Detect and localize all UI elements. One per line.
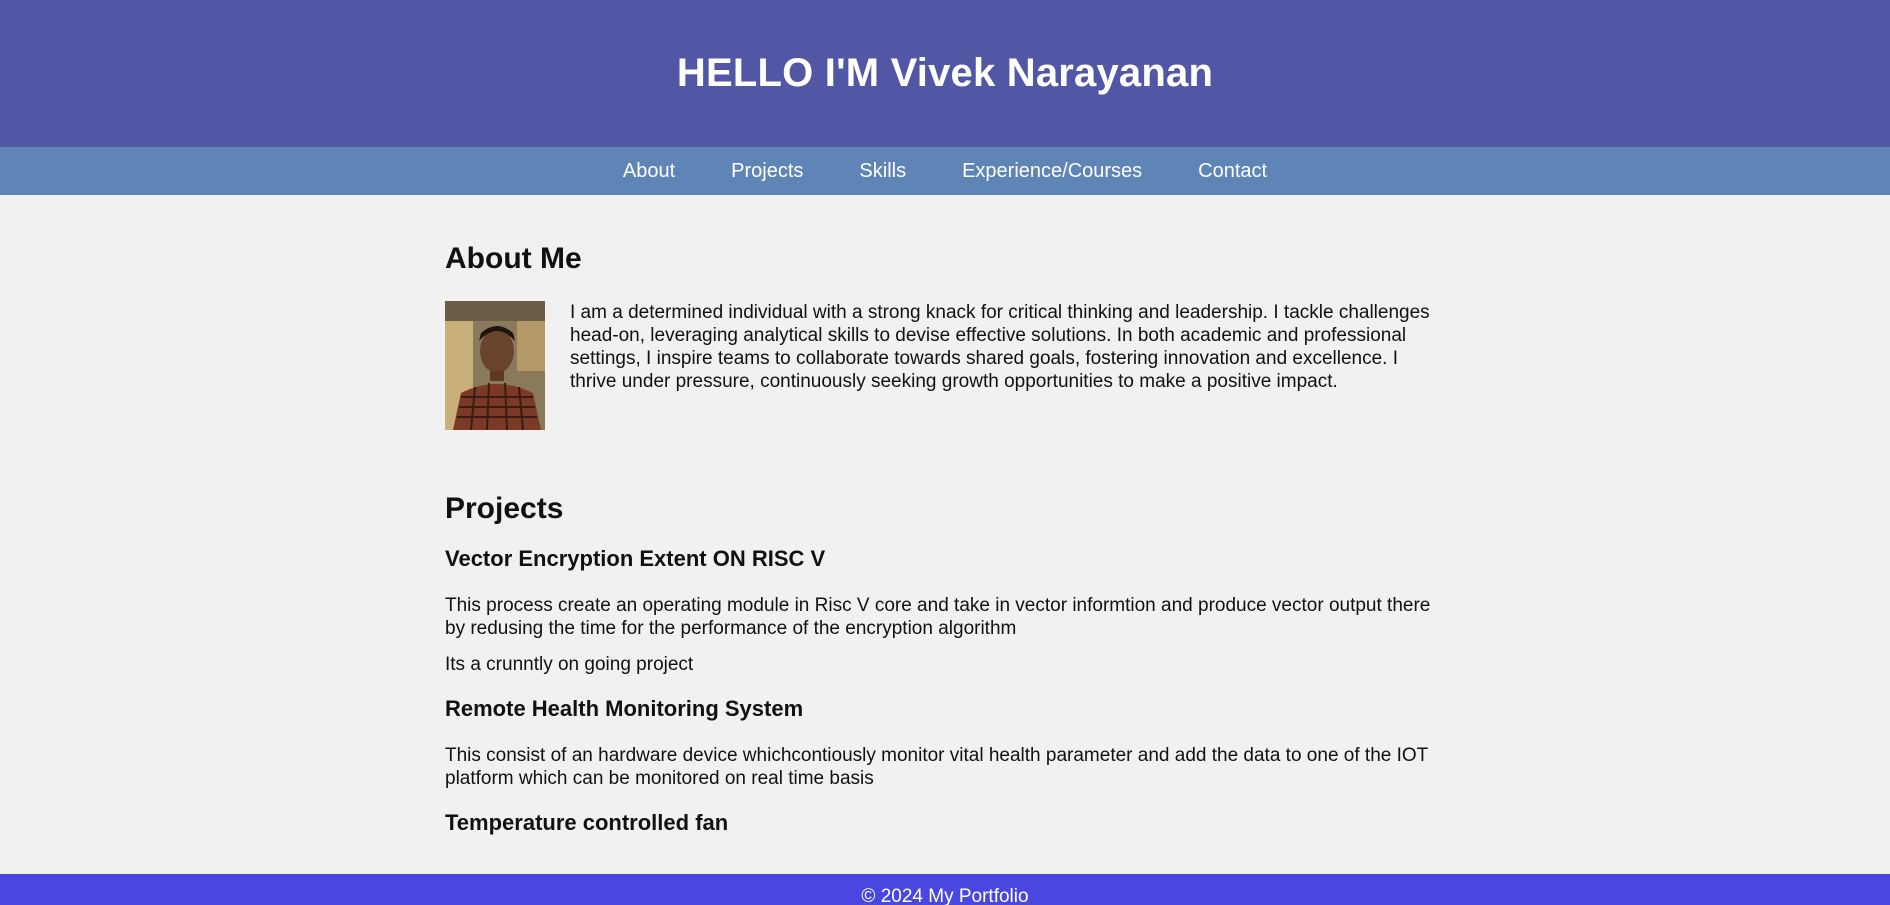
- project-note: Its a crunntly on going project: [445, 654, 694, 675]
- project-title: Vector Encryption Extent ON RISC V: [445, 546, 826, 571]
- nav-link-projects[interactable]: Projects: [731, 160, 803, 183]
- project-item: Temperature controlled fan: [445, 810, 1445, 836]
- about-heading: About Me: [445, 242, 582, 275]
- project-description: This consist of an hardware device which…: [445, 745, 1428, 789]
- site-header: HELLO I'M Vivek Narayanan: [0, 0, 1890, 147]
- projects-heading: Projects: [445, 492, 564, 525]
- nav-link-skills[interactable]: Skills: [859, 160, 906, 183]
- about-section: About Me I am a determined individual wi…: [445, 242, 1445, 430]
- project-item: Remote Health Monitoring System This con…: [445, 696, 1445, 790]
- projects-section: Projects Vector Encryption Extent ON RIS…: [445, 492, 1445, 836]
- project-title: Temperature controlled fan: [445, 810, 729, 835]
- project-title: Remote Health Monitoring System: [445, 696, 804, 721]
- nav-link-contact[interactable]: Contact: [1198, 160, 1267, 183]
- project-item: Vector Encryption Extent ON RISC V This …: [445, 546, 1445, 676]
- nav-link-about[interactable]: About: [623, 160, 675, 183]
- page-title: HELLO I'M Vivek Narayanan: [676, 51, 1214, 95]
- about-body: I am a determined individual with a stro…: [445, 301, 1445, 430]
- about-text: I am a determined individual with a stro…: [570, 302, 1430, 392]
- project-description: This process create an operating module …: [445, 595, 1431, 639]
- profile-photo: [445, 301, 545, 430]
- site-footer: © 2024 My Portfolio: [0, 874, 1890, 905]
- main-nav: About Projects Skills Experience/Courses…: [0, 147, 1890, 195]
- nav-link-experience-courses[interactable]: Experience/Courses: [962, 160, 1142, 183]
- main-content: About Me I am a determined individual wi…: [445, 195, 1445, 836]
- footer-copyright: © 2024 My Portfolio: [861, 886, 1029, 905]
